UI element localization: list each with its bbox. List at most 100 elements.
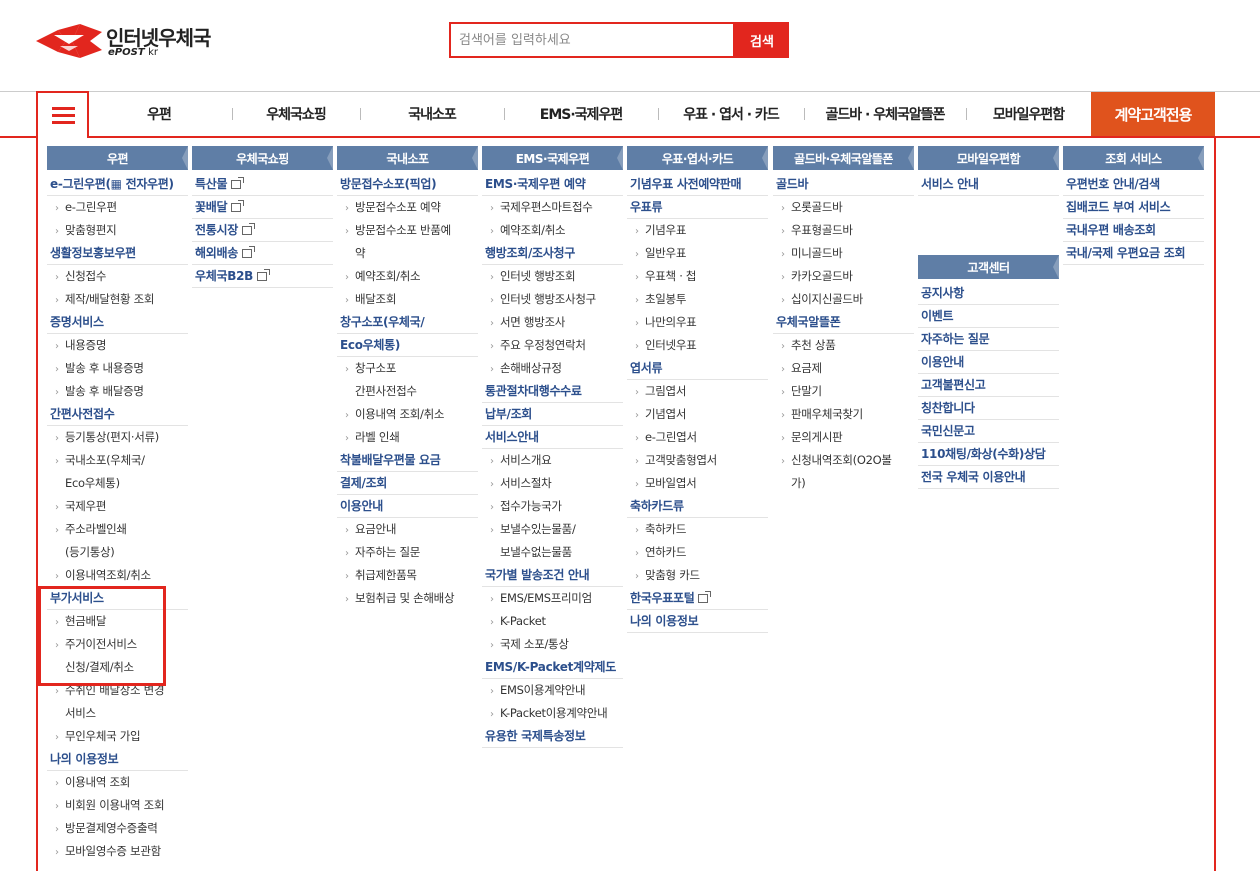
menu-sub-link[interactable]: › 요금안내 — [337, 518, 478, 541]
menu-sub-link[interactable]: › 접수가능국가 — [482, 495, 623, 518]
menu-category-link[interactable]: 행방조회/조사청구 — [482, 242, 623, 265]
menu-category-link[interactable]: 유용한 국제특송정보 — [482, 725, 623, 748]
menu-category-link[interactable]: 우표류 — [627, 196, 768, 219]
menu-category-link[interactable]: 전국 우체국 이용안내 — [918, 466, 1059, 489]
menu-category-link[interactable]: 자주하는 질문 — [918, 328, 1059, 351]
menu-sub-link[interactable]: › 연하카드 — [627, 541, 768, 564]
menu-sub-link[interactable]: › 현금배달 — [47, 610, 188, 633]
epost-logo[interactable]: 인터넷우체국 ePOST kr — [36, 22, 236, 62]
menu-sub-link[interactable]: › 축하카드 — [627, 518, 768, 541]
menu-sub-link[interactable]: › 방문접수소포 예약 — [337, 196, 478, 219]
menu-category-link[interactable]: 이용안내 — [918, 351, 1059, 374]
menu-sub-link[interactable]: › 보낼수있는물품/ — [482, 518, 623, 541]
menu-sub-link[interactable]: › 문의게시판 — [773, 426, 914, 449]
menu-sub-link[interactable]: › 요금제 — [773, 357, 914, 380]
menu-sub-link[interactable]: › 수취인 배달장소 변경 — [47, 679, 188, 702]
menu-sub-link[interactable]: › e-그린우편 — [47, 196, 188, 219]
menu-sub-link-continued[interactable]: 간편사전접수 — [337, 380, 478, 403]
menu-category-link[interactable]: 서비스안내 — [482, 426, 623, 449]
menu-sub-link[interactable]: › 모바일영수증 보관함 — [47, 840, 188, 863]
gnb-item-shopping[interactable]: 우체국쇼핑 — [234, 92, 358, 136]
menu-sub-link[interactable]: › 보험취급 및 손해배상 — [337, 587, 478, 610]
menu-category-link[interactable]: 국내/국제 우편요금 조회 — [1063, 242, 1204, 265]
menu-category-link[interactable]: 부가서비스 — [47, 587, 188, 610]
menu-category-link[interactable]: 기념우표 사전예약판매 — [627, 173, 768, 196]
menu-category-link[interactable]: 이용안내 — [337, 495, 478, 518]
menu-sub-link[interactable]: › 국제우편스마트접수 — [482, 196, 623, 219]
menu-sub-link-continued[interactable]: 가) — [773, 472, 914, 495]
menu-sub-link[interactable]: › 오롯골드바 — [773, 196, 914, 219]
menu-sub-link[interactable]: › 취급제한품목 — [337, 564, 478, 587]
menu-sub-link[interactable]: › 우표형골드바 — [773, 219, 914, 242]
gnb-item-parcel[interactable]: 국내소포 — [362, 92, 502, 136]
menu-category-link[interactable]: 집배코드 부여 서비스 — [1063, 196, 1204, 219]
menu-category-link[interactable]: 생활정보홍보우편 — [47, 242, 188, 265]
menu-sub-link[interactable]: › 이용내역 조회/취소 — [337, 403, 478, 426]
menu-sub-link[interactable]: › 고객맞춤형엽서 — [627, 449, 768, 472]
menu-sub-link[interactable]: › 발송 후 배달증명 — [47, 380, 188, 403]
menu-sub-link[interactable]: › 예약조회/취소 — [337, 265, 478, 288]
menu-sub-link[interactable]: › 국제우편 — [47, 495, 188, 518]
menu-category-link[interactable]: 고객불편신고 — [918, 374, 1059, 397]
menu-category-link[interactable]: e-그린우편(▦ 전자우편) — [47, 173, 188, 196]
menu-sub-link[interactable]: › 서비스절차 — [482, 472, 623, 495]
menu-sub-link[interactable]: › 라벨 인쇄 — [337, 426, 478, 449]
menu-sub-link[interactable]: › 모바일엽서 — [627, 472, 768, 495]
menu-category-link[interactable]: 국민신문고 — [918, 420, 1059, 443]
menu-sub-link[interactable]: › 발송 후 내용증명 — [47, 357, 188, 380]
menu-sub-link[interactable]: › 기념우표 — [627, 219, 768, 242]
menu-sub-link[interactable]: › 창구소포 — [337, 357, 478, 380]
gnb-item-post[interactable]: 우편 — [88, 92, 230, 136]
menu-sub-link[interactable]: › EMS/EMS프리미엄 — [482, 587, 623, 610]
gnb-item-stamp[interactable]: 우표 · 엽서 · 카드 — [660, 92, 802, 136]
menu-category-link[interactable]: 공지사항 — [918, 282, 1059, 305]
menu-category-link[interactable]: 결제/조회 — [337, 472, 478, 495]
menu-category-link[interactable]: 우편번호 안내/검색 — [1063, 173, 1204, 196]
menu-category-link[interactable]: 해외배송 — [192, 242, 333, 265]
menu-sub-link[interactable]: › 방문접수소포 반품예 — [337, 219, 478, 242]
menu-category-link[interactable]: 국가별 발송조건 안내 — [482, 564, 623, 587]
menu-sub-link[interactable]: › 인터넷 행방조사청구 — [482, 288, 623, 311]
menu-category-link[interactable]: 110채팅/화상(수화)상담 — [918, 443, 1059, 466]
menu-category-link[interactable]: 축하카드류 — [627, 495, 768, 518]
menu-sub-link[interactable]: › 신청내역조회(O2O볼 — [773, 449, 914, 472]
menu-sub-link[interactable]: › 기념엽서 — [627, 403, 768, 426]
gnb-item-contract-customer[interactable]: 계약고객전용 — [1091, 92, 1215, 136]
menu-category-link[interactable]: 특산물 — [192, 173, 333, 196]
menu-sub-link[interactable]: › 일반우표 — [627, 242, 768, 265]
search-input[interactable] — [451, 24, 733, 56]
menu-sub-link[interactable]: › 신청접수 — [47, 265, 188, 288]
menu-sub-link[interactable]: › K-Packet — [482, 610, 623, 633]
menu-category-link[interactable]: 간편사전접수 — [47, 403, 188, 426]
menu-category-link[interactable]: 증명서비스 — [47, 311, 188, 334]
menu-sub-link[interactable]: › 주소라벨인쇄 — [47, 518, 188, 541]
gnb-item-mobile-mailbox[interactable]: 모바일우편함 — [968, 92, 1089, 136]
menu-sub-link[interactable]: › 등기통상(편지·서류) — [47, 426, 188, 449]
menu-sub-link[interactable]: › 주거이전서비스 — [47, 633, 188, 656]
menu-category-link[interactable]: 칭찬합니다 — [918, 397, 1059, 420]
menu-sub-link[interactable]: › 초일봉투 — [627, 288, 768, 311]
menu-sub-link[interactable]: › 그림엽서 — [627, 380, 768, 403]
menu-category-link[interactable]: 국내우편 배송조회 — [1063, 219, 1204, 242]
menu-sub-link[interactable]: › 인터넷 행방조회 — [482, 265, 623, 288]
menu-sub-link-continued[interactable]: 신청/결제/취소 — [47, 656, 188, 679]
gnb-item-ems[interactable]: EMS·국제우편 — [506, 92, 656, 136]
menu-sub-link[interactable]: › 카카오골드바 — [773, 265, 914, 288]
menu-sub-link[interactable]: › K-Packet이용계약안내 — [482, 702, 623, 725]
menu-category-link[interactable]: 전통시장 — [192, 219, 333, 242]
search-button[interactable]: 검색 — [735, 22, 789, 58]
menu-sub-link[interactable]: › 무인우체국 가입 — [47, 725, 188, 748]
gnb-item-goldbar[interactable]: 골드바 · 우체국알뜰폰 — [806, 92, 964, 136]
menu-category-link[interactable]: 나의 이용정보 — [47, 748, 188, 771]
menu-sub-link[interactable]: › EMS이용계약안내 — [482, 679, 623, 702]
menu-sub-link-continued[interactable]: 서비스 — [47, 702, 188, 725]
menu-sub-link[interactable]: › 맞춤형 카드 — [627, 564, 768, 587]
menu-sub-link[interactable]: › 예약조회/취소 — [482, 219, 623, 242]
menu-category-link[interactable]: EMS/K-Packet계약제도 — [482, 656, 623, 679]
menu-sub-link[interactable]: › 우표책 · 첩 — [627, 265, 768, 288]
menu-sub-link[interactable]: › 이용내역 조회 — [47, 771, 188, 794]
menu-category-link[interactable]: 한국우표포털 — [627, 587, 768, 610]
menu-sub-link[interactable]: › 인터넷우표 — [627, 334, 768, 357]
menu-category-link[interactable]: 꽃배달 — [192, 196, 333, 219]
menu-category-link[interactable]: EMS·국제우편 예약 — [482, 173, 623, 196]
